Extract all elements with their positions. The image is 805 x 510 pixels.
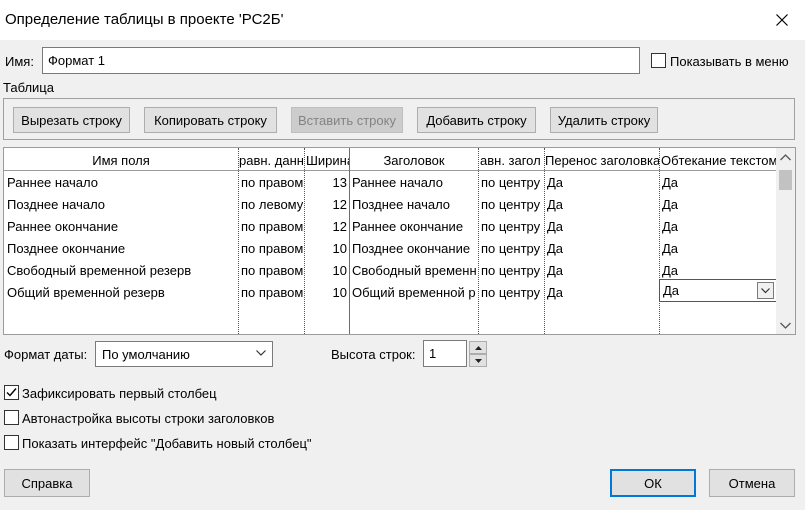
grid-cell[interactable]: 13 <box>305 175 347 190</box>
date-format-value: По умолчанию <box>102 346 190 362</box>
column-header-field-name[interactable]: Имя поля <box>4 153 238 168</box>
grid-cell[interactable]: Да <box>662 263 774 278</box>
cancel-button[interactable]: Отмена <box>709 469 795 497</box>
grid-cell[interactable]: 12 <box>305 197 347 212</box>
column-divider <box>659 148 660 334</box>
grid-cell[interactable]: по левому <box>241 197 303 212</box>
freeze-first-column-label: Зафиксировать первый столбец <box>22 386 217 401</box>
row-height-input[interactable]: 1 <box>423 340 467 367</box>
grid-cell[interactable]: по правом <box>241 285 303 300</box>
grid-cell[interactable]: по центру <box>481 241 543 256</box>
show-in-menu-label: Показывать в меню <box>670 54 789 69</box>
cell-dropdown-button[interactable] <box>757 282 774 299</box>
scroll-thumb[interactable] <box>779 170 792 190</box>
close-icon <box>776 14 788 26</box>
show-add-column-label: Показать интерфейс "Добавить новый столб… <box>22 436 312 451</box>
grid-cell[interactable]: Позднее окончание <box>7 241 237 256</box>
column-header-data-align[interactable]: равн. данн <box>239 153 303 168</box>
grid-cell[interactable]: Позднее начало <box>7 197 237 212</box>
date-format-label: Формат даты: <box>4 347 88 362</box>
grid-cell[interactable]: по центру <box>481 175 543 190</box>
auto-header-height-label: Автонастройка высоты строки заголовков <box>22 411 275 426</box>
grid-cell[interactable]: по правом <box>241 219 303 234</box>
name-input-value: Формат 1 <box>48 53 106 68</box>
header-separator <box>4 170 777 171</box>
grid-cell[interactable]: Да <box>547 175 657 190</box>
fields-grid[interactable]: Имя поля равн. данн Ширина Заголовок авн… <box>3 147 796 335</box>
table-section-label: Таблица <box>3 80 54 95</box>
grid-cell[interactable]: Общий временной р <box>352 285 477 300</box>
row-height-label: Высота строк: <box>331 347 416 362</box>
column-header-width[interactable]: Ширина <box>306 153 349 168</box>
add-row-button[interactable]: Добавить строку <box>417 107 536 133</box>
freeze-first-column-checkbox[interactable] <box>4 385 19 400</box>
column-divider <box>544 148 545 334</box>
grid-cell[interactable]: Да <box>662 241 774 256</box>
checkmark-icon <box>6 388 17 397</box>
grid-cell[interactable]: Раннее окончание <box>7 219 237 234</box>
delete-row-button[interactable]: Удалить строку <box>550 107 658 133</box>
scroll-down-icon[interactable] <box>780 322 791 329</box>
column-header-title[interactable]: Заголовок <box>350 153 478 168</box>
grid-cell[interactable]: Да <box>547 263 657 278</box>
active-cell-editor[interactable]: Да <box>659 279 777 302</box>
grid-cell[interactable]: Да <box>547 219 657 234</box>
grid-cell[interactable]: Да <box>662 175 774 190</box>
cut-row-button[interactable]: Вырезать строку <box>13 107 130 133</box>
grid-cell[interactable]: по правом <box>241 241 303 256</box>
row-height-decrement-button[interactable] <box>469 354 487 367</box>
show-in-menu-checkbox[interactable] <box>651 53 666 68</box>
paste-row-button[interactable]: Вставить строку <box>291 107 403 133</box>
grid-cell[interactable]: Общий временной резерв <box>7 285 237 300</box>
grid-cell[interactable]: 12 <box>305 219 347 234</box>
name-input[interactable]: Формат 1 <box>42 47 640 74</box>
grid-cell[interactable]: Раннее начало <box>7 175 237 190</box>
active-cell-value: Да <box>663 283 680 298</box>
grid-cell[interactable]: Раннее окончание <box>352 219 477 234</box>
column-header-header-wrap[interactable]: Перенос заголовка <box>545 153 659 168</box>
grid-cell[interactable]: 10 <box>305 285 347 300</box>
grid-cell[interactable]: Позднее окончание <box>352 241 477 256</box>
grid-cell[interactable]: Свободный временной резерв <box>7 263 237 278</box>
column-header-text-wrap[interactable]: Обтекание текстом <box>661 153 777 168</box>
date-format-select[interactable]: По умолчанию <box>95 341 273 367</box>
window-title: Определение таблицы в проекте 'РС2Б' <box>5 11 284 28</box>
grid-vertical-scrollbar[interactable] <box>776 148 795 334</box>
copy-row-button[interactable]: Копировать строку <box>144 107 277 133</box>
grid-cell[interactable]: Да <box>662 219 774 234</box>
auto-header-height-checkbox[interactable] <box>4 410 19 425</box>
chevron-down-icon <box>256 350 266 356</box>
grid-cell[interactable]: 10 <box>305 241 347 256</box>
close-button[interactable] <box>759 0 805 40</box>
grid-cell[interactable]: по центру <box>481 219 543 234</box>
help-button[interactable]: Справка <box>4 469 90 497</box>
column-header-title-align[interactable]: авн. загол <box>480 153 544 168</box>
scroll-up-icon[interactable] <box>780 154 791 161</box>
title-bar: Определение таблицы в проекте 'РС2Б' <box>0 0 805 40</box>
grid-cell[interactable]: по центру <box>481 197 543 212</box>
grid-cell[interactable]: Да <box>547 241 657 256</box>
column-divider <box>478 148 479 334</box>
grid-cell[interactable]: Да <box>547 197 657 212</box>
grid-cell[interactable]: 10 <box>305 263 347 278</box>
show-add-column-checkbox[interactable] <box>4 435 19 450</box>
row-height-increment-button[interactable] <box>469 341 487 354</box>
column-divider <box>238 148 239 334</box>
arrow-up-icon <box>474 345 482 350</box>
column-divider <box>349 148 350 334</box>
grid-cell[interactable]: Позднее начало <box>352 197 477 212</box>
grid-cell[interactable]: Свободный временн <box>352 263 477 278</box>
grid-cell[interactable]: по центру <box>481 285 543 300</box>
row-height-value: 1 <box>429 346 437 361</box>
grid-cell[interactable]: по центру <box>481 263 543 278</box>
grid-cell[interactable]: Да <box>547 285 657 300</box>
name-label: Имя: <box>5 54 34 69</box>
grid-cell[interactable]: по правом <box>241 175 303 190</box>
arrow-down-icon <box>474 358 482 363</box>
ok-button[interactable]: ОК <box>610 469 696 497</box>
grid-cell[interactable]: Раннее начало <box>352 175 477 190</box>
chevron-down-icon <box>761 287 770 293</box>
grid-cell[interactable]: Да <box>662 197 774 212</box>
grid-cell[interactable]: по правом <box>241 263 303 278</box>
